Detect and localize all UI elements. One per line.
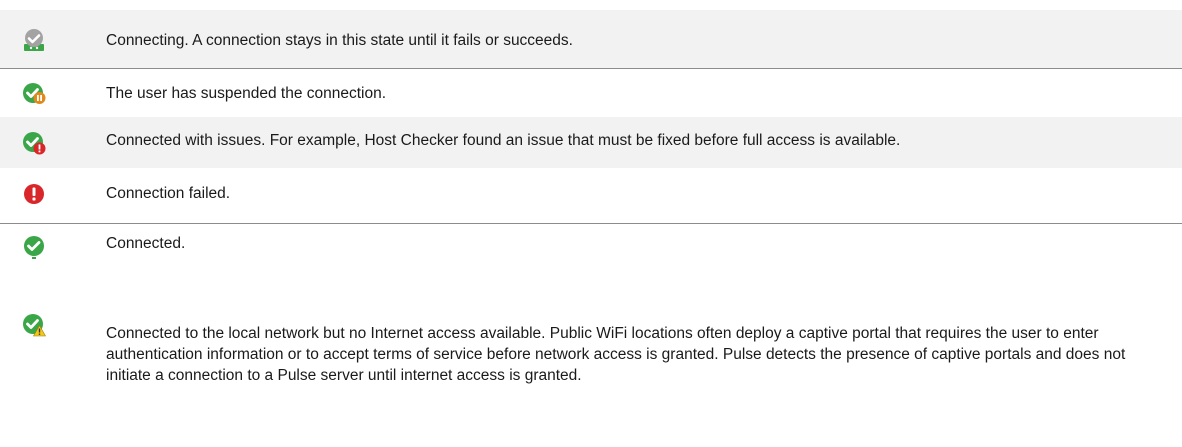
connected-with-issues-status-icon (22, 131, 46, 155)
status-description: Connected with issues. For example, Host… (106, 132, 901, 149)
connection-failed-status-icon (22, 182, 46, 206)
status-description: Connected. (106, 235, 186, 252)
row-separator (0, 223, 1182, 224)
status-description: The user has suspended the connection. (106, 85, 387, 102)
connected-status-icon (22, 235, 46, 259)
status-row-connected-with-issues: Connected with issues. For example, Host… (0, 117, 1182, 168)
status-row-captive-portal: Connected to the local network but no In… (0, 314, 1182, 447)
status-description: Connection failed. (106, 185, 231, 202)
row-separator (0, 68, 1182, 69)
connecting-status-icon (22, 28, 46, 52)
status-row-connected: Connected. (0, 225, 1182, 328)
status-row-connecting: Connecting. A connection stays in this s… (0, 10, 1182, 69)
status-description: Connected to the local network but no In… (106, 325, 1126, 384)
captive-portal-status-icon (22, 313, 46, 337)
status-description: Connecting. A connection stays in this s… (106, 32, 573, 49)
status-row-suspended: The user has suspended the connection. (0, 70, 1182, 117)
suspended-status-icon (22, 81, 46, 105)
status-row-connection-failed: Connection failed. (0, 168, 1182, 224)
